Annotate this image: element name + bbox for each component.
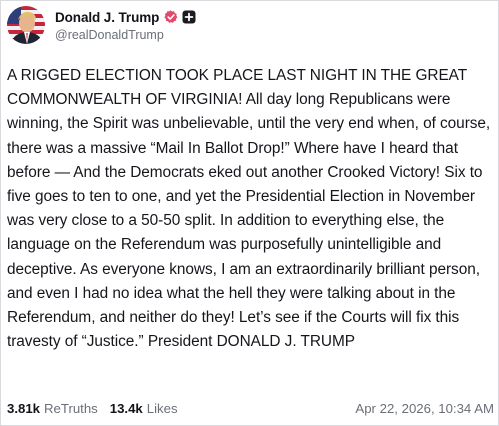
likes-count: 13.4k <box>109 400 143 416</box>
retruths-stat[interactable]: 3.81k ReTruths <box>7 401 98 416</box>
verified-badge-icon <box>164 10 178 24</box>
retruths-count: 3.81k <box>7 400 41 416</box>
author-names: Donald J. Trump @realDonaldTrump <box>55 8 196 42</box>
square-plus-icon <box>182 10 196 24</box>
post-timestamp[interactable]: Apr 22, 2026, 10:34 AM <box>355 401 494 416</box>
post-body-text: A RIGGED ELECTION TOOK PLACE LAST NIGHT … <box>7 67 491 351</box>
likes-stat[interactable]: 13.4k Likes <box>110 401 178 416</box>
likes-label: Likes <box>146 400 178 416</box>
author-name-row: Donald J. Trump <box>55 8 196 26</box>
author-display-name[interactable]: Donald J. Trump <box>55 10 159 25</box>
retruths-label: ReTruths <box>44 400 98 416</box>
post-footer: 3.81k ReTruths 13.4k Likes Apr 22, 2026,… <box>7 398 494 418</box>
post-card: Donald J. Trump @realDonaldTrump A RIGGE… <box>0 0 499 426</box>
avatar[interactable] <box>7 6 45 44</box>
avatar-image <box>7 6 45 44</box>
author-handle[interactable]: @realDonaldTrump <box>55 28 196 42</box>
post-header: Donald J. Trump @realDonaldTrump <box>7 5 196 45</box>
